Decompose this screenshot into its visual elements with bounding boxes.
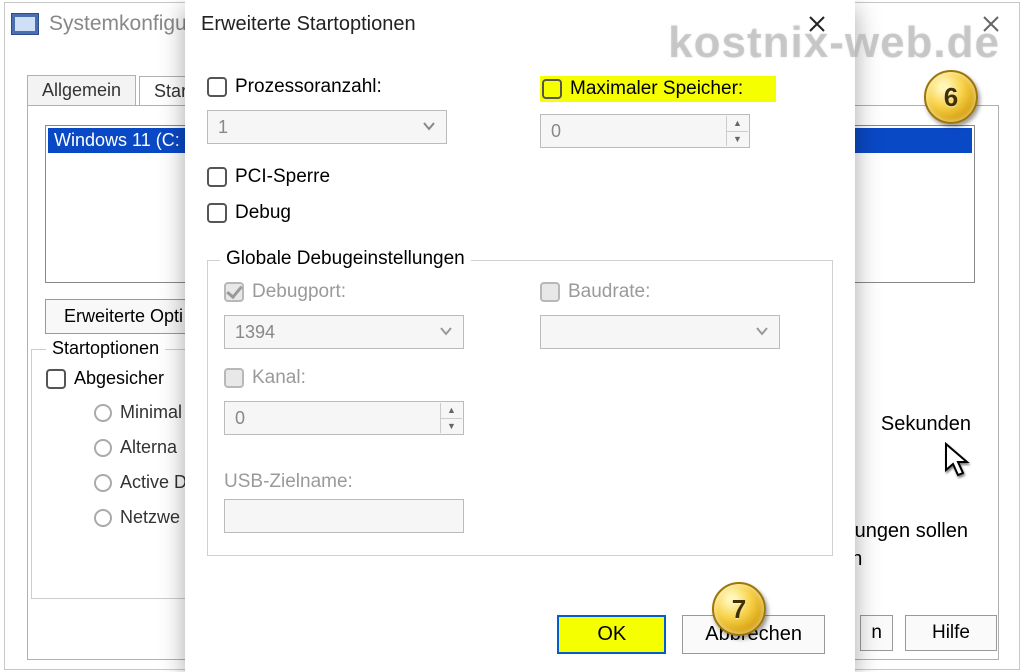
- checkbox-icon: [46, 369, 66, 389]
- channel-value: 0: [235, 408, 245, 429]
- processor-count-select[interactable]: 1: [207, 110, 447, 144]
- safe-boot-label: Abgesicher: [74, 368, 164, 389]
- safe-boot-radios: Minimal Alterna Active D Netzwe: [94, 402, 187, 528]
- channel-label: Kanal:: [252, 367, 306, 389]
- spinner-down-icon: ▼: [441, 419, 462, 434]
- chevron-down-icon: [439, 322, 453, 343]
- radio-icon: [94, 474, 112, 492]
- processor-col: Prozessoranzahl: 1: [207, 76, 500, 148]
- advanced-boot-dialog: Erweiterte Startoptionen Prozessoranzahl…: [185, 0, 855, 672]
- ok-button[interactable]: OK: [557, 615, 666, 654]
- top-options-grid: Prozessoranzahl: 1 Maximaler Speicher: 0…: [207, 76, 833, 148]
- radio-network[interactable]: Netzwe: [94, 507, 187, 528]
- radio-icon: [94, 509, 112, 527]
- debugport-label: Debugport:: [252, 281, 346, 303]
- spinner-up-icon[interactable]: ▲: [727, 116, 748, 132]
- annotation-badge-6: 6: [924, 70, 978, 124]
- debugport-value: 1394: [235, 322, 275, 343]
- usb-target-label: USB-Zielname:: [224, 471, 353, 493]
- processor-count-value: 1: [218, 117, 228, 138]
- debugport-checkbox: Debugport:: [224, 281, 346, 303]
- advanced-options-button[interactable]: Erweiterte Opti: [45, 299, 202, 334]
- radio-active-directory[interactable]: Active D: [94, 472, 187, 493]
- spinner-down-icon[interactable]: ▼: [727, 132, 748, 147]
- max-memory-label: Maximaler Speicher:: [570, 78, 743, 100]
- checkbox-icon: [542, 79, 562, 99]
- baudrate-checkbox: Baudrate:: [540, 281, 650, 303]
- safe-boot-checkbox[interactable]: Abgesicher: [46, 368, 164, 389]
- pci-lock-label: PCI-Sperre: [235, 166, 330, 188]
- spinner-up-icon: ▲: [441, 403, 462, 419]
- truncated-button[interactable]: n: [860, 615, 893, 651]
- max-memory-col: Maximaler Speicher: 0 ▲▼: [540, 76, 833, 148]
- global-debug-legend: Globale Debugeinstellungen: [220, 248, 471, 270]
- spinner-buttons[interactable]: ▲▼: [726, 116, 748, 146]
- processor-count-checkbox[interactable]: Prozessoranzahl:: [207, 76, 382, 98]
- seconds-label: Sekunden: [881, 413, 971, 436]
- baudrate-col: Baudrate:: [540, 281, 816, 349]
- radio-icon: [94, 404, 112, 422]
- channel-checkbox: Kanal:: [224, 367, 306, 389]
- usb-target-input: [224, 499, 464, 533]
- radio-minimal[interactable]: Minimal: [94, 402, 187, 423]
- annotation-badge-7: 7: [712, 582, 766, 636]
- dialog-titlebar: Erweiterte Startoptionen: [185, 0, 855, 48]
- boot-options-legend: Startoptionen: [46, 338, 165, 359]
- global-debug-group: Globale Debugeinstellungen Debugport: 13…: [207, 260, 833, 556]
- max-memory-checkbox[interactable]: Maximaler Speicher:: [540, 76, 776, 102]
- debug-grid: Debugport: 1394 Baudrate:: [224, 281, 816, 533]
- max-memory-value: 0: [551, 121, 561, 142]
- chevron-down-icon: [755, 322, 769, 343]
- back-window-buttons: n Hilfe: [860, 615, 997, 651]
- cursor-icon: [944, 442, 972, 478]
- checkbox-icon: [540, 282, 560, 302]
- debug-checkbox[interactable]: Debug: [207, 202, 833, 224]
- channel-spinner: 0 ▲▼: [224, 401, 464, 435]
- debugport-col: Debugport: 1394: [224, 281, 500, 349]
- debugport-select: 1394: [224, 315, 464, 349]
- checkbox-icon: [207, 203, 227, 223]
- help-button[interactable]: Hilfe: [905, 615, 997, 651]
- usb-col: USB-Zielname:: [224, 453, 816, 533]
- spinner-buttons: ▲▼: [440, 403, 462, 433]
- radio-alternate[interactable]: Alterna: [94, 437, 187, 458]
- app-icon: [11, 13, 39, 35]
- checkbox-icon: [207, 167, 227, 187]
- close-icon[interactable]: [795, 6, 839, 42]
- extra-checks: PCI-Sperre Debug: [207, 166, 833, 230]
- max-memory-spinner[interactable]: 0 ▲▼: [540, 114, 750, 148]
- dialog-title: Erweiterte Startoptionen: [201, 13, 416, 36]
- baudrate-label: Baudrate:: [568, 281, 650, 303]
- baudrate-select: [540, 315, 780, 349]
- checkbox-icon: [207, 77, 227, 97]
- processor-count-label: Prozessoranzahl:: [235, 76, 382, 98]
- close-icon[interactable]: [969, 7, 1013, 41]
- pci-lock-checkbox[interactable]: PCI-Sperre: [207, 166, 833, 188]
- radio-icon: [94, 439, 112, 457]
- tab-strip: Allgemein Start: [27, 75, 207, 105]
- tab-allgemein[interactable]: Allgemein: [27, 75, 136, 105]
- dialog-body: Prozessoranzahl: 1 Maximaler Speicher: 0…: [185, 48, 855, 672]
- channel-col: Kanal: 0 ▲▼: [224, 367, 500, 435]
- chevron-down-icon: [422, 117, 436, 138]
- dialog-buttons: OK Abbrechen: [557, 615, 825, 654]
- checkbox-icon: [224, 368, 244, 388]
- debug-label: Debug: [235, 202, 291, 224]
- checkbox-icon: [224, 282, 244, 302]
